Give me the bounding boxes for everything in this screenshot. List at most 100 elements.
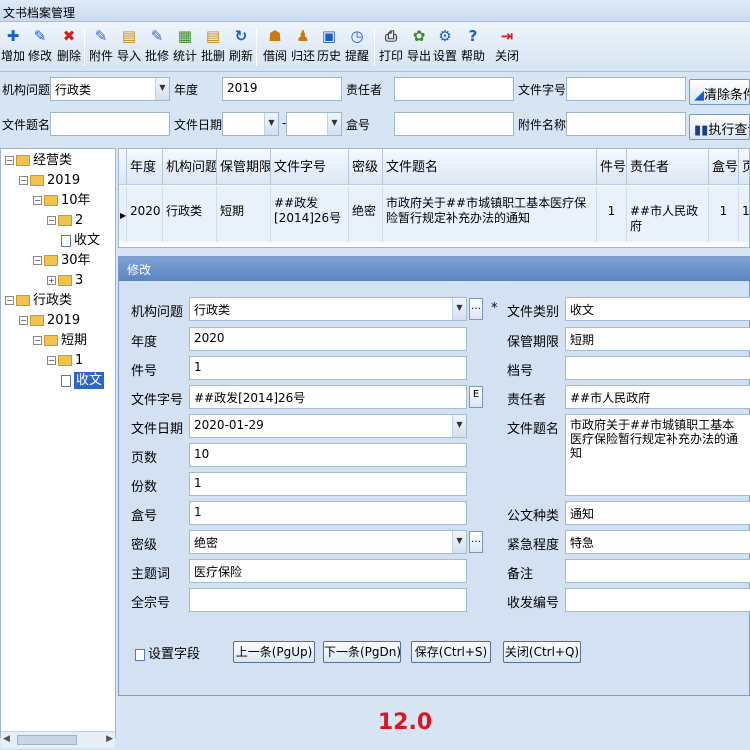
toolbar-settings-button[interactable]: ⚙ 设置: [432, 25, 458, 69]
toolbar-export-button[interactable]: ✿ 导出: [406, 25, 432, 69]
category-input[interactable]: 收文: [565, 297, 750, 321]
copies-input[interactable]: 1: [189, 472, 467, 496]
table-cell[interactable]: 1: [597, 186, 627, 242]
date-from-select[interactable]: ▼: [222, 112, 279, 136]
table-cell[interactable]: ##市人民政府: [627, 186, 709, 242]
table-cell[interactable]: 市政府关于##市城镇职工基本医疗保险暂行规定补充办法的通知: [383, 186, 597, 242]
expand-icon[interactable]: +: [47, 276, 56, 285]
execute-query-button[interactable]: ▮▮执行查询: [689, 114, 750, 140]
table-cell[interactable]: 绝密: [349, 186, 383, 242]
close-dialog-button[interactable]: 关闭(Ctrl+Q): [503, 641, 581, 663]
tree-item-folder[interactable]: − 短期: [33, 331, 87, 351]
tree-item-folder[interactable]: −2: [47, 211, 83, 231]
column-header[interactable]: 件号: [597, 149, 627, 185]
table-cell[interactable]: 1: [709, 186, 739, 242]
table-cell[interactable]: ##政发[2014]26号: [271, 186, 349, 242]
collapse-icon[interactable]: −: [19, 316, 28, 325]
prev-record-button[interactable]: 上一条(PgUp): [233, 641, 315, 663]
table-cell[interactable]: 2020: [127, 186, 163, 242]
toolbar-plus-button[interactable]: ✚ 增加: [0, 25, 26, 69]
docno-input[interactable]: ##政发[2014]26号: [189, 385, 467, 409]
collapse-icon[interactable]: −: [5, 296, 14, 305]
tree-item-folder[interactable]: +3: [47, 271, 83, 291]
toolbar-alarm-button[interactable]: ◷ 提醒: [344, 25, 370, 69]
collapse-icon[interactable]: −: [5, 156, 14, 165]
toolbar-return-button[interactable]: ♟ 归还: [290, 25, 316, 69]
toolbar-batch-edit-button[interactable]: ✎ 批修: [144, 25, 170, 69]
tree-item-folder[interactable]: − 经营类: [5, 151, 72, 171]
save-button[interactable]: 保存(Ctrl+S): [411, 641, 491, 663]
collapse-icon[interactable]: −: [47, 356, 56, 365]
fonds-input[interactable]: [189, 588, 467, 612]
next-record-button[interactable]: 下一条(PgDn): [323, 641, 401, 663]
date-to-select[interactable]: ▼: [286, 112, 342, 136]
sendno-input[interactable]: [565, 588, 750, 612]
remark-input[interactable]: [565, 559, 750, 583]
box-input[interactable]: 1: [189, 501, 467, 525]
collapse-icon[interactable]: −: [47, 216, 56, 225]
scroll-right-icon[interactable]: ▶: [106, 734, 113, 744]
org-select[interactable]: 行政类 ▼: [189, 297, 467, 321]
tree-item-document[interactable]: 收文: [61, 371, 105, 391]
scroll-left-icon[interactable]: ◀: [3, 734, 10, 744]
collapse-icon[interactable]: −: [33, 256, 42, 265]
table-cell[interactable]: 行政类: [163, 186, 217, 242]
docno-editor-button[interactable]: E: [469, 386, 483, 408]
tree-horizontal-scrollbar[interactable]: ◀ ▶: [1, 731, 115, 748]
tree-item-document[interactable]: 收文: [61, 231, 100, 251]
collapse-icon[interactable]: −: [33, 196, 42, 205]
title-filter-input[interactable]: [50, 112, 170, 136]
toolbar-batch-delete-button[interactable]: ▤ 批删: [200, 25, 226, 69]
toolbar-history-button[interactable]: ▣ 历史: [316, 25, 342, 69]
year-filter-input[interactable]: 2019: [222, 77, 342, 101]
attach-filter-input[interactable]: [566, 112, 686, 136]
column-header[interactable]: 密级: [349, 149, 383, 185]
piece-input[interactable]: 1: [189, 356, 467, 380]
toolbar-borrow-button[interactable]: ☗ 借阅: [262, 25, 288, 69]
tree-item-folder[interactable]: −1: [47, 351, 83, 371]
collapse-icon[interactable]: −: [33, 336, 42, 345]
collapse-icon[interactable]: −: [19, 176, 28, 185]
tree-item-folder[interactable]: − 10年: [33, 191, 91, 211]
column-header[interactable]: 文件字号: [271, 149, 349, 185]
toolbar-import-button[interactable]: ▤ 导入: [116, 25, 142, 69]
column-header[interactable]: 责任者: [627, 149, 709, 185]
toolbar-printer-button[interactable]: ⎙ 打印: [378, 25, 404, 69]
subject-input[interactable]: 医疗保险: [189, 559, 467, 583]
toolbar-pencil-button[interactable]: ✎ 修改: [27, 25, 53, 69]
tree-item-folder[interactable]: − 2019: [19, 311, 80, 331]
toolbar-help-button[interactable]: ? 帮助: [460, 25, 486, 69]
table-cell[interactable]: 短期: [217, 186, 271, 242]
toolbar-exit-button[interactable]: ⇥ 关闭: [494, 25, 520, 69]
toolbar-delete-button[interactable]: ✖ 删除: [55, 25, 83, 69]
clear-conditions-button[interactable]: ◢清除条件: [689, 79, 750, 105]
doctitle-textarea[interactable]: 市政府关于##市城镇职工基本医疗保险暂行规定补充办法的通知: [565, 414, 750, 496]
tree-item-folder[interactable]: − 行政类: [5, 291, 72, 311]
scroll-thumb[interactable]: [17, 735, 77, 745]
date-select[interactable]: 2020-01-29 ▼: [189, 414, 467, 438]
year-input[interactable]: 2020: [189, 327, 467, 351]
org-filter-select[interactable]: 行政类 ▼: [50, 77, 170, 101]
column-header[interactable]: 文件题名: [383, 149, 597, 185]
secret-ellipsis-button[interactable]: …: [469, 531, 483, 553]
tree-item-folder[interactable]: − 30年: [33, 251, 91, 271]
toolbar-statistics-button[interactable]: ▦ 统计: [172, 25, 198, 69]
column-header[interactable]: 页: [739, 149, 749, 185]
archive-input[interactable]: [565, 356, 750, 380]
column-header[interactable]: 保管期限: [217, 149, 271, 185]
retention-input[interactable]: 短期: [565, 327, 750, 351]
owner-input[interactable]: ##市人民政府: [565, 385, 750, 409]
doctype-input[interactable]: 通知: [565, 501, 750, 525]
owner-filter-input[interactable]: [394, 77, 514, 101]
column-header[interactable]: 机构问题: [163, 149, 217, 185]
column-header[interactable]: 盒号: [709, 149, 739, 185]
toolbar-attachment-button[interactable]: ✎ 附件: [88, 25, 114, 69]
docno-filter-input[interactable]: [566, 77, 686, 101]
box-filter-input[interactable]: [394, 112, 514, 136]
table-cell[interactable]: 1: [739, 186, 749, 242]
secret-select[interactable]: 绝密 ▼: [189, 530, 467, 554]
org-ellipsis-button[interactable]: …: [469, 298, 483, 320]
toolbar-refresh-button[interactable]: ↻ 刷新: [228, 25, 254, 69]
column-header[interactable]: 年度: [127, 149, 163, 185]
pages-input[interactable]: 10: [189, 443, 467, 467]
